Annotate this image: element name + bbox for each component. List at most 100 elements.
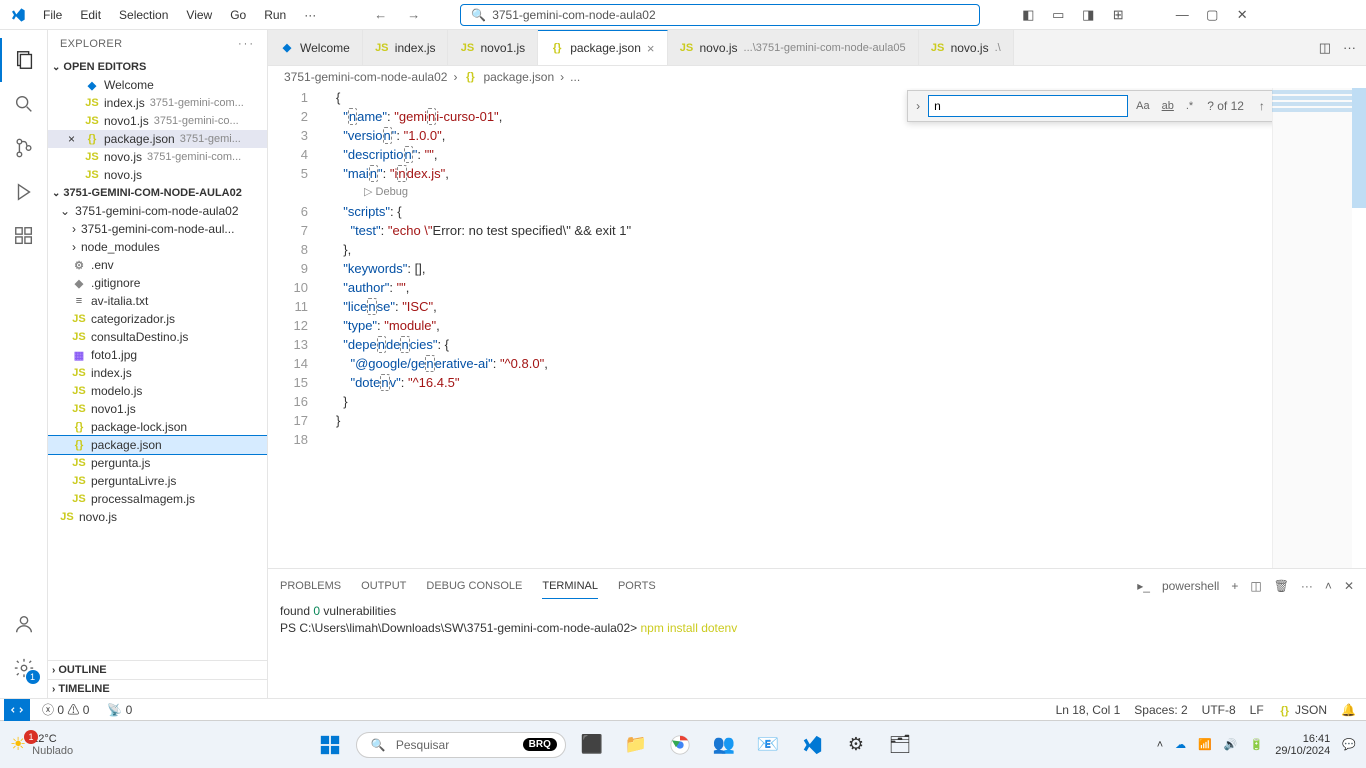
panel-tab-problems[interactable]: PROBLEMS — [280, 574, 341, 598]
vscode-app-icon[interactable] — [794, 727, 830, 763]
whole-word-icon[interactable]: ab — [1158, 100, 1178, 112]
minimap[interactable] — [1272, 88, 1352, 568]
panel-tab-debug[interactable]: DEBUG CONSOLE — [426, 574, 522, 598]
tree-file[interactable]: JSprocessaImagem.js — [48, 490, 267, 508]
editor-tab[interactable]: JSnovo.js...\3751-gemini-com-node-aula05 — [668, 30, 919, 65]
scrollbar-thumb[interactable] — [1352, 88, 1366, 208]
status-lang[interactable]: {} JSON — [1272, 703, 1333, 717]
outline-section[interactable]: ›OUTLINE — [48, 660, 267, 679]
taskbar-search[interactable]: 🔍PesquisarBRQ — [356, 732, 566, 758]
open-editors-section[interactable]: ⌄OPEN EDITORS — [48, 58, 267, 76]
menu-go[interactable]: Go — [222, 4, 254, 26]
open-editor-item[interactable]: ◆Welcome — [48, 76, 267, 94]
tree-file[interactable]: JSmodelo.js — [48, 382, 267, 400]
source-control-icon[interactable] — [0, 126, 48, 170]
explorer-more-icon[interactable]: ··· — [238, 38, 255, 50]
menu-run[interactable]: Run — [256, 4, 294, 26]
layout-icon-1[interactable]: ◧ — [1020, 7, 1036, 23]
code-editor[interactable]: 12345 6789101112131415161718 { "name": "… — [268, 88, 1366, 568]
status-port[interactable]: 📡 0 — [101, 703, 138, 717]
onedrive-icon[interactable]: ☁ — [1175, 738, 1186, 751]
settings-app-icon[interactable]: ⚙ — [838, 727, 874, 763]
tree-folder[interactable]: ›node_modules — [48, 238, 267, 256]
minimize-icon[interactable]: — — [1174, 7, 1190, 23]
maximize-icon[interactable]: ▢ — [1204, 7, 1220, 23]
menu-edit[interactable]: Edit — [72, 4, 109, 26]
nav-fwd-icon[interactable]: → — [407, 7, 420, 22]
tree-file[interactable]: JScategorizador.js — [48, 310, 267, 328]
find-input[interactable] — [928, 95, 1128, 117]
tree-file[interactable]: ◆.gitignore — [48, 274, 267, 292]
tree-folder[interactable]: ⌄3751-gemini-com-node-aula02 — [48, 202, 267, 220]
close-editor-icon[interactable]: × — [68, 132, 80, 146]
terminal-shell-icon[interactable]: ▸_ — [1137, 573, 1150, 599]
tree-file[interactable]: ≡av-italia.txt — [48, 292, 267, 310]
chrome-icon[interactable] — [662, 727, 698, 763]
remote-icon[interactable] — [4, 699, 30, 721]
menu-selection[interactable]: Selection — [111, 4, 176, 26]
status-position[interactable]: Ln 18, Col 1 — [1050, 703, 1127, 717]
tab-more-icon[interactable]: ··· — [1343, 40, 1356, 55]
editor-tab[interactable]: JSindex.js — [363, 30, 449, 65]
find-prev-icon[interactable]: ↑ — [1254, 99, 1270, 113]
tree-file[interactable]: ⚙.env — [48, 256, 267, 274]
panel-close-icon[interactable]: ✕ — [1344, 573, 1354, 599]
editor-tab[interactable]: {}package.json× — [538, 30, 667, 65]
panel-up-icon[interactable]: ˄ — [1325, 573, 1332, 599]
wifi-icon[interactable]: 📶 — [1198, 738, 1212, 751]
explorer-icon[interactable] — [0, 38, 48, 82]
explorer-app-icon[interactable]: 📁 — [618, 727, 654, 763]
tree-file[interactable]: JSindex.js — [48, 364, 267, 382]
terminal-shell-label[interactable]: powershell — [1162, 573, 1219, 599]
regex-icon[interactable]: .* — [1182, 100, 1197, 112]
status-errors[interactable]: ⓧ 0 ⚠ 0 — [36, 701, 95, 718]
volume-icon[interactable]: 🔊 — [1224, 738, 1238, 751]
terminal-trash-icon[interactable]: 🗑 — [1274, 573, 1289, 599]
panel-tab-terminal[interactable]: TERMINAL — [542, 574, 598, 599]
terminal-split-icon[interactable]: ◫ — [1250, 573, 1261, 599]
search-icon[interactable] — [0, 82, 48, 126]
timeline-section[interactable]: ›TIMELINE — [48, 679, 267, 698]
notifications-icon[interactable]: 💬 — [1342, 738, 1356, 751]
terminal-more-icon[interactable]: ··· — [1301, 573, 1313, 599]
menu-more[interactable]: ··· — [296, 4, 324, 26]
clock[interactable]: 16:4129/10/2024 — [1275, 733, 1330, 757]
terminal[interactable]: found 0 vulnerabilities PS C:\Users\lima… — [268, 599, 1366, 698]
tree-file[interactable]: ▦foto1.jpg — [48, 346, 267, 364]
menu-file[interactable]: File — [35, 4, 70, 26]
tray-chevron-icon[interactable]: ˄ — [1157, 739, 1163, 751]
layout-icon-2[interactable]: ▭ — [1050, 7, 1066, 23]
system-tray[interactable]: ˄ ☁ 📶 🔊 🔋 16:4129/10/2024 💬 — [1157, 733, 1356, 757]
battery-icon[interactable]: 🔋 — [1250, 738, 1264, 751]
status-bell-icon[interactable]: 🔔 — [1335, 703, 1362, 717]
tree-file[interactable]: JSnovo.js — [48, 508, 267, 526]
start-icon[interactable] — [312, 727, 348, 763]
account-icon[interactable] — [0, 602, 48, 646]
status-spaces[interactable]: Spaces: 2 — [1128, 703, 1193, 717]
editor-tab[interactable]: JSnovo1.js — [448, 30, 538, 65]
tree-file[interactable]: JSperguntaLivre.js — [48, 472, 267, 490]
nav-back-icon[interactable]: ← — [374, 7, 387, 22]
breadcrumb[interactable]: 3751-gemini-com-node-aula02› {}package.j… — [268, 66, 1366, 88]
panel-tab-ports[interactable]: PORTS — [618, 574, 656, 598]
run-debug-icon[interactable] — [0, 170, 48, 214]
panel-tab-output[interactable]: OUTPUT — [361, 574, 406, 598]
find-toggle-icon[interactable]: › — [912, 99, 924, 113]
open-editor-item[interactable]: JSnovo.js — [48, 166, 267, 184]
tree-folder[interactable]: ›3751-gemini-com-node-aul... — [48, 220, 267, 238]
app-icon[interactable]: 🗂 — [882, 727, 918, 763]
tree-file[interactable]: JSpergunta.js — [48, 454, 267, 472]
status-eol[interactable]: LF — [1244, 703, 1270, 717]
layout-icon-3[interactable]: ◨ — [1080, 7, 1096, 23]
split-editor-icon[interactable]: ◫ — [1319, 40, 1331, 56]
terminal-new-icon[interactable]: + — [1231, 573, 1238, 599]
extensions-icon[interactable] — [0, 214, 48, 258]
outlook-icon[interactable]: 📧 — [750, 727, 786, 763]
open-editor-item[interactable]: JSindex.js3751-gemini-com... — [48, 94, 267, 112]
folder-section[interactable]: ⌄3751-GEMINI-COM-NODE-AULA02 — [48, 184, 267, 202]
status-encoding[interactable]: UTF-8 — [1196, 703, 1242, 717]
teams-icon[interactable]: 👥 — [706, 727, 742, 763]
settings-icon[interactable]: 1 — [0, 646, 48, 690]
layout-icon-4[interactable]: ⊞ — [1110, 7, 1126, 23]
command-center[interactable]: 🔍 3751-gemini-com-node-aula02 — [460, 4, 980, 26]
